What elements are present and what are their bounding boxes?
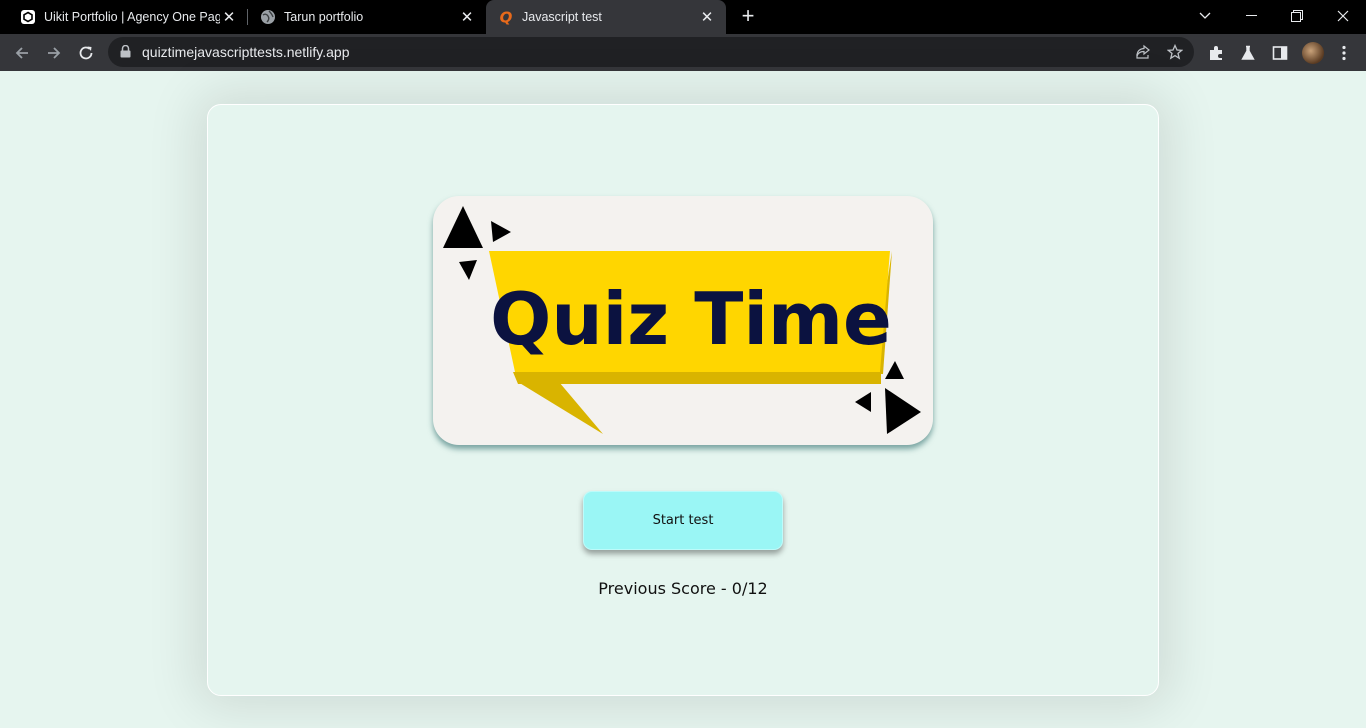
bookmark-star-icon[interactable] bbox=[1166, 43, 1184, 61]
extensions-icon[interactable] bbox=[1206, 43, 1226, 63]
triangle-icon bbox=[855, 392, 871, 412]
uikit-logo-icon bbox=[20, 9, 36, 25]
address-bar[interactable]: quiztimejavascripttests.netlify.app bbox=[108, 37, 1194, 67]
tab-uikit-portfolio[interactable]: Uikit Portfolio | Agency One Page ✕ bbox=[0, 0, 248, 34]
labs-flask-icon[interactable] bbox=[1238, 43, 1258, 63]
url-text: quiztimejavascripttests.netlify.app bbox=[142, 44, 350, 60]
tab-title: Tarun portfolio bbox=[284, 10, 364, 24]
triangle-icon bbox=[885, 361, 904, 379]
browser-toolbar: quiztimejavascripttests.netlify.app bbox=[0, 34, 1366, 71]
lock-icon[interactable] bbox=[120, 44, 131, 63]
tab-title: Javascript test bbox=[522, 10, 602, 24]
ribbon-edge bbox=[513, 372, 881, 384]
more-menu-icon[interactable] bbox=[1334, 43, 1354, 63]
tab-title: Uikit Portfolio | Agency One Page bbox=[44, 10, 220, 24]
minimize-icon[interactable] bbox=[1228, 0, 1274, 32]
previous-score: Previous Score - 0/12 bbox=[598, 579, 768, 598]
banner-title: Quiz Time bbox=[490, 277, 892, 361]
close-icon[interactable]: ✕ bbox=[220, 8, 238, 26]
ribbon-tail bbox=[518, 382, 603, 434]
triangle-icon bbox=[491, 221, 511, 242]
back-button[interactable] bbox=[8, 39, 36, 67]
side-panel-icon[interactable] bbox=[1270, 43, 1290, 63]
globe-icon bbox=[260, 9, 276, 25]
tab-search-icon[interactable] bbox=[1182, 0, 1228, 32]
start-test-button[interactable]: Start test bbox=[583, 491, 783, 550]
tab-strip: Uikit Portfolio | Agency One Page ✕ Taru… bbox=[0, 0, 1366, 34]
svg-text:Q: Q bbox=[500, 9, 513, 25]
triangle-icon bbox=[443, 206, 483, 248]
restore-icon[interactable] bbox=[1274, 0, 1320, 32]
close-icon[interactable]: ✕ bbox=[698, 8, 716, 26]
reload-button[interactable] bbox=[72, 39, 100, 67]
new-tab-button[interactable]: + bbox=[738, 5, 758, 27]
close-window-icon[interactable] bbox=[1320, 0, 1366, 32]
tab-javascript-test[interactable]: Q Javascript test ✕ bbox=[486, 0, 726, 34]
tab-tarun-portfolio[interactable]: Tarun portfolio ✕ bbox=[248, 0, 486, 34]
quiz-q-icon: Q bbox=[498, 9, 514, 25]
quiz-card: Quiz Time Start test Previous Score - 0/… bbox=[207, 104, 1159, 696]
close-icon[interactable]: ✕ bbox=[458, 8, 476, 26]
triangle-icon bbox=[885, 388, 921, 434]
forward-button[interactable] bbox=[40, 39, 68, 67]
profile-avatar[interactable] bbox=[1302, 42, 1324, 64]
quiz-time-banner: Quiz Time bbox=[433, 196, 933, 445]
share-icon[interactable] bbox=[1134, 43, 1152, 61]
triangle-icon bbox=[459, 260, 477, 280]
